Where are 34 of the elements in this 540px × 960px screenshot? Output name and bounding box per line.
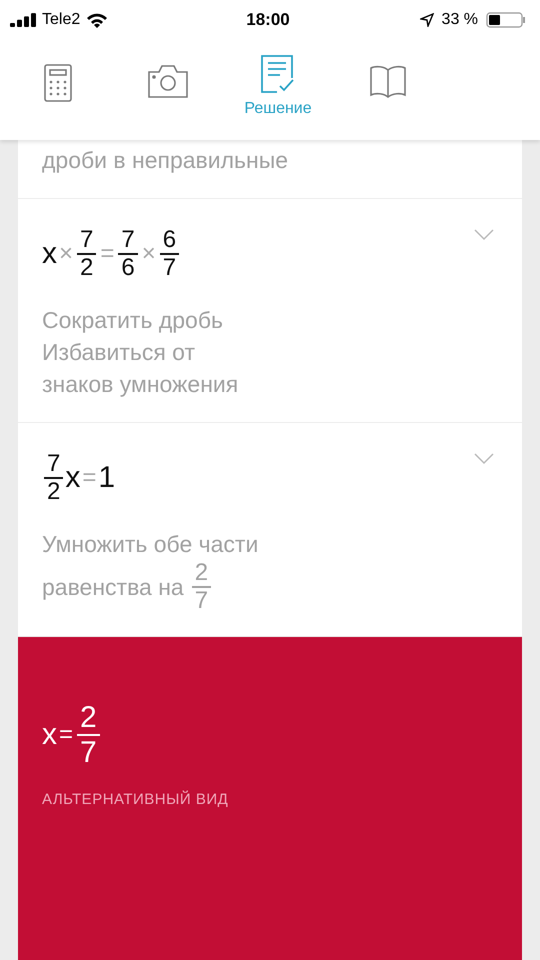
- math-term: x: [65, 461, 80, 496]
- clock-time: 18:00: [246, 10, 290, 30]
- fraction: 2 7: [77, 701, 100, 770]
- step-description: Избавиться от: [42, 338, 196, 367]
- location-arrow-icon: [420, 13, 434, 27]
- step-description: знаков умножения: [42, 370, 238, 399]
- math-operator: ×: [59, 240, 74, 268]
- step-description: дроби в неправильные: [42, 146, 288, 175]
- math-operator: =: [82, 464, 96, 492]
- math-operator: =: [59, 721, 74, 750]
- document-check-icon[interactable]: [260, 54, 296, 94]
- fraction: 6 7: [160, 227, 180, 282]
- camera-icon[interactable]: [147, 64, 189, 98]
- step-description: Умножить обе части: [42, 530, 258, 559]
- fraction: 2 7: [192, 560, 212, 614]
- calculator-icon[interactable]: [44, 64, 72, 102]
- battery-icon: [486, 12, 526, 28]
- step-description: Сократить дробь: [42, 306, 223, 335]
- nav-tab[interactable]: Решение: [242, 40, 314, 118]
- signal-icon: [10, 13, 36, 27]
- step-description: равенства на: [42, 572, 184, 602]
- fraction: 7 6: [118, 227, 138, 282]
- fraction: 7 2: [77, 227, 96, 282]
- math-operator: ×: [142, 240, 156, 268]
- wifi-icon: [86, 12, 108, 28]
- math-operator: =: [100, 240, 114, 268]
- fraction: 7 2: [44, 450, 64, 506]
- math-term: 1: [98, 461, 116, 496]
- alternative-view-link[interactable]: АЛЬТЕРНАТИВНЫЙ ВИД: [42, 791, 228, 808]
- book-icon[interactable]: [369, 64, 407, 98]
- battery-percent: 33 %: [442, 11, 478, 29]
- carrier-name: Tele2: [42, 11, 80, 29]
- math-term: x: [42, 237, 57, 272]
- math-term: x: [42, 718, 57, 752]
